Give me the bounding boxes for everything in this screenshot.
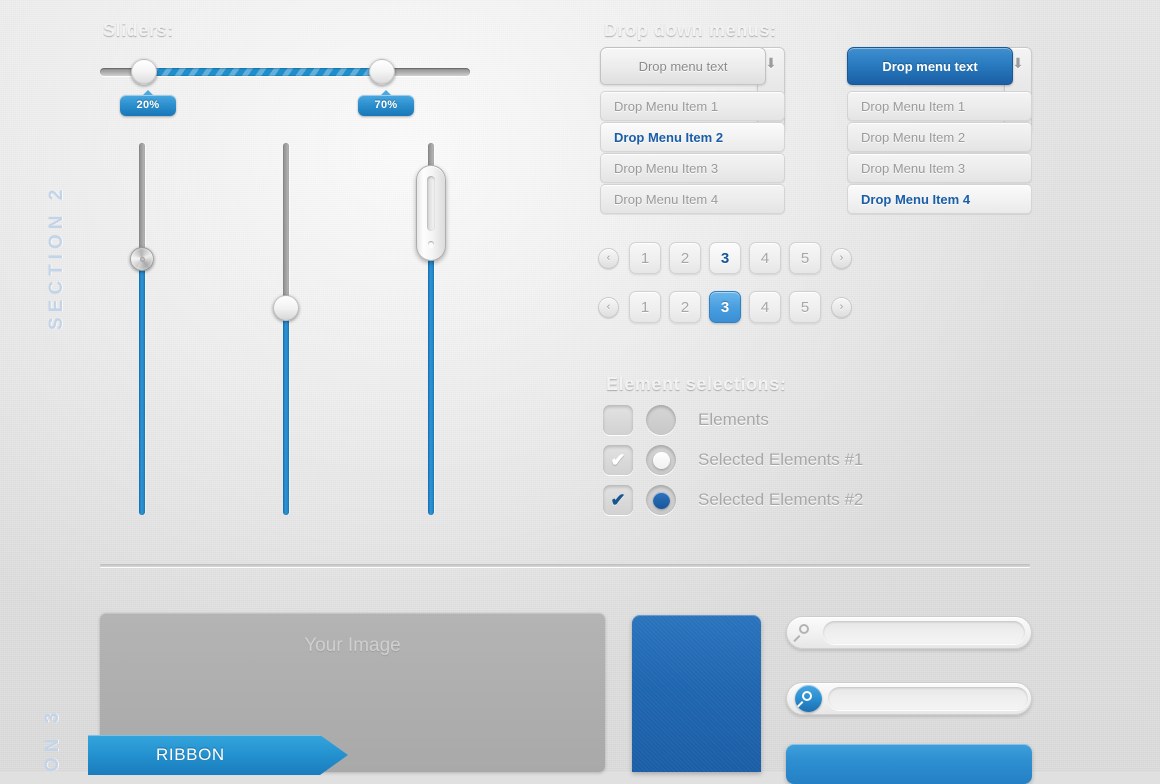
dropdown-item[interactable]: Drop Menu Item 1	[847, 91, 1032, 121]
dropdowns-section-title: Drop down menus:	[604, 20, 777, 40]
search-input[interactable]	[828, 687, 1028, 710]
vertical-handle-capsule[interactable]	[416, 165, 446, 261]
pagination-page-button-current[interactable]: 3	[709, 291, 741, 323]
vertical-track-empty[interactable]	[283, 143, 289, 308]
dropdown-header-label: Drop menu text	[638, 58, 728, 74]
chevron-left-icon: ‹	[606, 252, 611, 264]
pagination-page-button[interactable]: 4	[749, 242, 781, 274]
pagination-page-button[interactable]: 2	[669, 291, 701, 323]
chevron-left-icon: ‹	[606, 301, 611, 313]
search-bar-with-button[interactable]	[786, 682, 1032, 715]
sliders-section-title: Sliders:	[103, 20, 174, 40]
search-input[interactable]	[823, 621, 1025, 644]
slider-handle-low[interactable]	[131, 59, 157, 85]
vertical-slider-capsule[interactable]	[416, 143, 446, 515]
vertical-track-fill	[139, 259, 145, 515]
dropdown-item-label: Drop Menu Item 1	[614, 98, 719, 114]
dropdown-item-label: Drop Menu Item 4	[861, 191, 971, 207]
dropdown-item[interactable]: Drop Menu Item 4	[600, 184, 785, 214]
vertical-slider-metal[interactable]	[129, 143, 155, 515]
dropdown-item[interactable]: Drop Menu Item 2	[847, 122, 1032, 152]
dropdown-item-label: Drop Menu Item 3	[614, 160, 719, 176]
pagination-page-button[interactable]: 5	[789, 242, 821, 274]
selection-row: Elements	[603, 405, 769, 435]
dropdown-item-label: Drop Menu Item 2	[614, 129, 724, 145]
slider-handle-high[interactable]	[369, 59, 395, 85]
capsule-slot	[427, 176, 435, 231]
dropdown-item-label: Drop Menu Item 1	[861, 98, 966, 114]
dropdown-blue[interactable]: ⬇ Drop menu text Drop Menu Item 1 Drop M…	[847, 47, 1032, 214]
dropdown-light[interactable]: ⬇ Drop menu text Drop Menu Item 1 Drop M…	[600, 47, 785, 214]
checkbox-unchecked[interactable]	[603, 405, 633, 435]
chevron-right-icon: ›	[839, 301, 844, 313]
dropdown-item[interactable]: Drop Menu Item 3	[600, 153, 785, 183]
radio-dot	[652, 491, 670, 509]
vertical-handle-round[interactable]	[273, 295, 299, 321]
slider-value-badge-low: 20%	[120, 90, 176, 116]
dropdown-header-blue[interactable]: Drop menu text	[847, 47, 1013, 85]
dropdown-header-light[interactable]: Drop menu text	[600, 47, 766, 85]
pagination-next-button[interactable]: ›	[831, 296, 852, 318]
side-label-section-3: ON 3	[42, 707, 63, 772]
pagination-prev-button[interactable]: ‹	[598, 296, 619, 318]
dropdown-item-selected[interactable]: Drop Menu Item 4	[847, 184, 1032, 214]
vertical-track-empty[interactable]	[139, 143, 145, 259]
ribbon-label: RIBBON	[156, 745, 225, 764]
pagination-page-button[interactable]: 1	[629, 242, 661, 274]
selection-row: ✔ Selected Elements #2	[603, 485, 863, 515]
pagination-filled-variant[interactable]: ‹ 1 2 3 4 5 ›	[598, 291, 852, 323]
pagination-page-button[interactable]: 4	[749, 291, 781, 323]
dropdown-header-label: Drop menu text	[882, 58, 978, 74]
radio-checked-white[interactable]	[646, 445, 676, 475]
checkbox-checked-white[interactable]: ✔	[603, 445, 633, 475]
section-divider	[100, 564, 1030, 567]
search-bar-plain[interactable]	[786, 616, 1032, 649]
pagination-page-button[interactable]: 2	[669, 242, 701, 274]
selection-row: ✔ Selected Elements #1	[603, 445, 863, 475]
pagination-text-variant[interactable]: ‹ 1 2 3 4 5 ›	[598, 242, 852, 274]
pagination-page-button-current[interactable]: 3	[709, 242, 741, 274]
selections-section-title: Element selections:	[606, 374, 787, 394]
selection-row-label: Selected Elements #1	[698, 450, 864, 469]
primary-blue-button[interactable]	[786, 744, 1032, 784]
dropdown-item-selected[interactable]: Drop Menu Item 2	[600, 122, 785, 152]
slider-value-badge-high: 70%	[358, 90, 414, 116]
dropdown-item-label: Drop Menu Item 4	[614, 191, 719, 207]
radio-dot	[652, 451, 670, 469]
vertical-slider-round[interactable]	[273, 143, 299, 515]
dropdown-item[interactable]: Drop Menu Item 3	[847, 153, 1032, 183]
selection-row-label: Selected Elements #2	[698, 490, 864, 509]
radio-checked-blue[interactable]	[646, 485, 676, 515]
pagination-next-button[interactable]: ›	[831, 247, 852, 269]
dropdown-item[interactable]: Drop Menu Item 1	[600, 91, 785, 121]
radio-unchecked[interactable]	[646, 405, 676, 435]
capsule-dot	[428, 241, 434, 247]
side-label-section-2: SECTION 2	[46, 184, 67, 330]
ribbon-banner[interactable]: RIBBON	[88, 735, 348, 775]
dropdown-item-label: Drop Menu Item 2	[861, 129, 966, 145]
vertical-handle-metal-dial[interactable]	[130, 247, 154, 271]
chevron-right-icon: ›	[839, 252, 844, 264]
checkbox-checked-blue[interactable]: ✔	[603, 485, 633, 515]
blue-panel-block[interactable]	[632, 615, 761, 772]
pagination-page-button[interactable]: 5	[789, 291, 821, 323]
selection-row-label: Elements	[698, 410, 769, 429]
slider-range-fill	[144, 68, 382, 76]
vertical-track-fill	[283, 308, 289, 515]
pagination-page-button[interactable]: 1	[629, 291, 661, 323]
dropdown-item-label: Drop Menu Item 3	[861, 160, 966, 176]
search-submit-icon-button[interactable]	[795, 685, 822, 712]
search-icon	[795, 622, 817, 644]
pagination-prev-button[interactable]: ‹	[598, 247, 619, 269]
image-placeholder-label: Your Image	[304, 635, 401, 656]
